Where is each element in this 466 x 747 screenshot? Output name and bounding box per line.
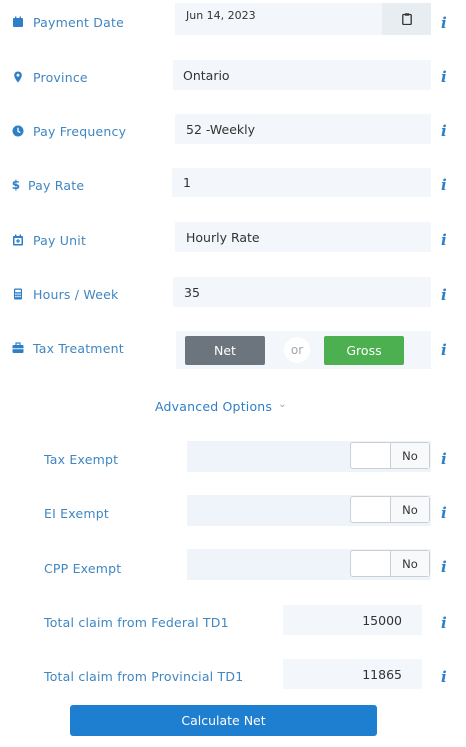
tax-exempt-toggle[interactable]: No	[350, 442, 430, 469]
tax-exempt-label: Tax Exempt	[44, 451, 119, 467]
pay-unit-select[interactable]: Hourly Rate	[175, 222, 431, 252]
federal-td1-label: Total claim from Federal TD1	[44, 614, 229, 630]
hours-week-input[interactable]: 35	[173, 277, 431, 307]
pay-rate-value: 1	[183, 175, 191, 190]
pay-frequency-select[interactable]: 52 -Weekly	[175, 114, 431, 144]
calendar-plus-icon	[12, 234, 24, 246]
pay-unit-label: Pay Unit	[12, 230, 86, 250]
advanced-options-label: Advanced Options	[155, 398, 273, 414]
tax-exempt-info-icon[interactable]: i	[441, 449, 449, 469]
dollar-icon: $	[11, 178, 21, 192]
provincial-td1-info-icon[interactable]: i	[441, 667, 449, 687]
pay-unit-value: Hourly Rate	[186, 229, 260, 245]
ei-exempt-info-icon[interactable]: i	[441, 503, 449, 523]
payment-date-value: Jun 14, 2023	[186, 9, 256, 22]
province-label: Province	[12, 67, 88, 87]
payment-date-label: Payment Date	[12, 12, 124, 32]
province-info-icon[interactable]: i	[441, 67, 449, 87]
tax-exempt-value: No	[390, 443, 429, 468]
hours-week-value: 35	[184, 284, 200, 300]
pay-rate-label: $ Pay Rate	[12, 175, 84, 195]
clipboard-icon	[401, 10, 412, 29]
briefcase-icon	[12, 342, 24, 354]
net-button[interactable]: Net	[185, 336, 265, 365]
province-select[interactable]: Ontario	[173, 60, 431, 90]
pay-rate-input[interactable]: 1	[172, 168, 431, 197]
calendar-picker-button[interactable]	[382, 3, 431, 35]
hours-week-label-text: Hours / Week	[33, 286, 119, 302]
pay-unit-label-text: Pay Unit	[33, 232, 87, 248]
tax-treatment-info-icon[interactable]: i	[441, 340, 449, 360]
chevron-down-icon: ⌄	[278, 398, 287, 410]
calculator-icon	[12, 288, 24, 300]
payment-date-info-icon[interactable]: i	[441, 13, 449, 33]
gross-button[interactable]: Gross	[324, 336, 404, 365]
pay-rate-info-icon[interactable]: i	[441, 175, 449, 195]
map-marker-icon	[12, 71, 24, 83]
pay-rate-label-text: Pay Rate	[28, 177, 85, 193]
payment-date-label-text: Payment Date	[33, 14, 124, 30]
cpp-exempt-label: CPP Exempt	[44, 560, 122, 576]
province-label-text: Province	[33, 69, 88, 85]
cpp-exempt-toggle[interactable]: No	[350, 550, 430, 577]
cpp-exempt-info-icon[interactable]: i	[441, 557, 449, 577]
pay-unit-info-icon[interactable]: i	[441, 230, 449, 250]
cpp-exempt-value: No	[390, 551, 429, 576]
provincial-td1-input[interactable]: 11865	[283, 659, 422, 689]
calendar-icon	[12, 16, 24, 28]
federal-td1-info-icon[interactable]: i	[441, 613, 449, 633]
provincial-td1-value: 11865	[362, 666, 402, 682]
pay-frequency-info-icon[interactable]: i	[441, 121, 449, 141]
pay-frequency-value: 52 -Weekly	[186, 121, 256, 137]
ei-exempt-label: EI Exempt	[44, 505, 109, 521]
hours-week-info-icon[interactable]: i	[441, 285, 449, 305]
province-value: Ontario	[183, 67, 230, 83]
tax-treatment-label-text: Tax Treatment	[33, 340, 124, 356]
ei-exempt-toggle[interactable]: No	[350, 496, 430, 523]
provincial-td1-label: Total claim from Provincial TD1	[44, 668, 244, 684]
calculate-net-button[interactable]: Calculate Net	[70, 705, 377, 736]
clock-icon	[12, 125, 24, 137]
ei-exempt-value: No	[390, 497, 429, 522]
or-separator: or	[284, 337, 310, 363]
pay-frequency-label-text: Pay Frequency	[33, 123, 127, 139]
advanced-options-toggle[interactable]: Advanced Options ⌄	[155, 396, 287, 416]
hours-week-label: Hours / Week	[12, 284, 118, 304]
federal-td1-value: 15000	[362, 612, 402, 628]
tax-treatment-label: Tax Treatment	[12, 338, 124, 358]
pay-frequency-label: Pay Frequency	[12, 121, 126, 141]
federal-td1-input[interactable]: 15000	[283, 605, 422, 635]
